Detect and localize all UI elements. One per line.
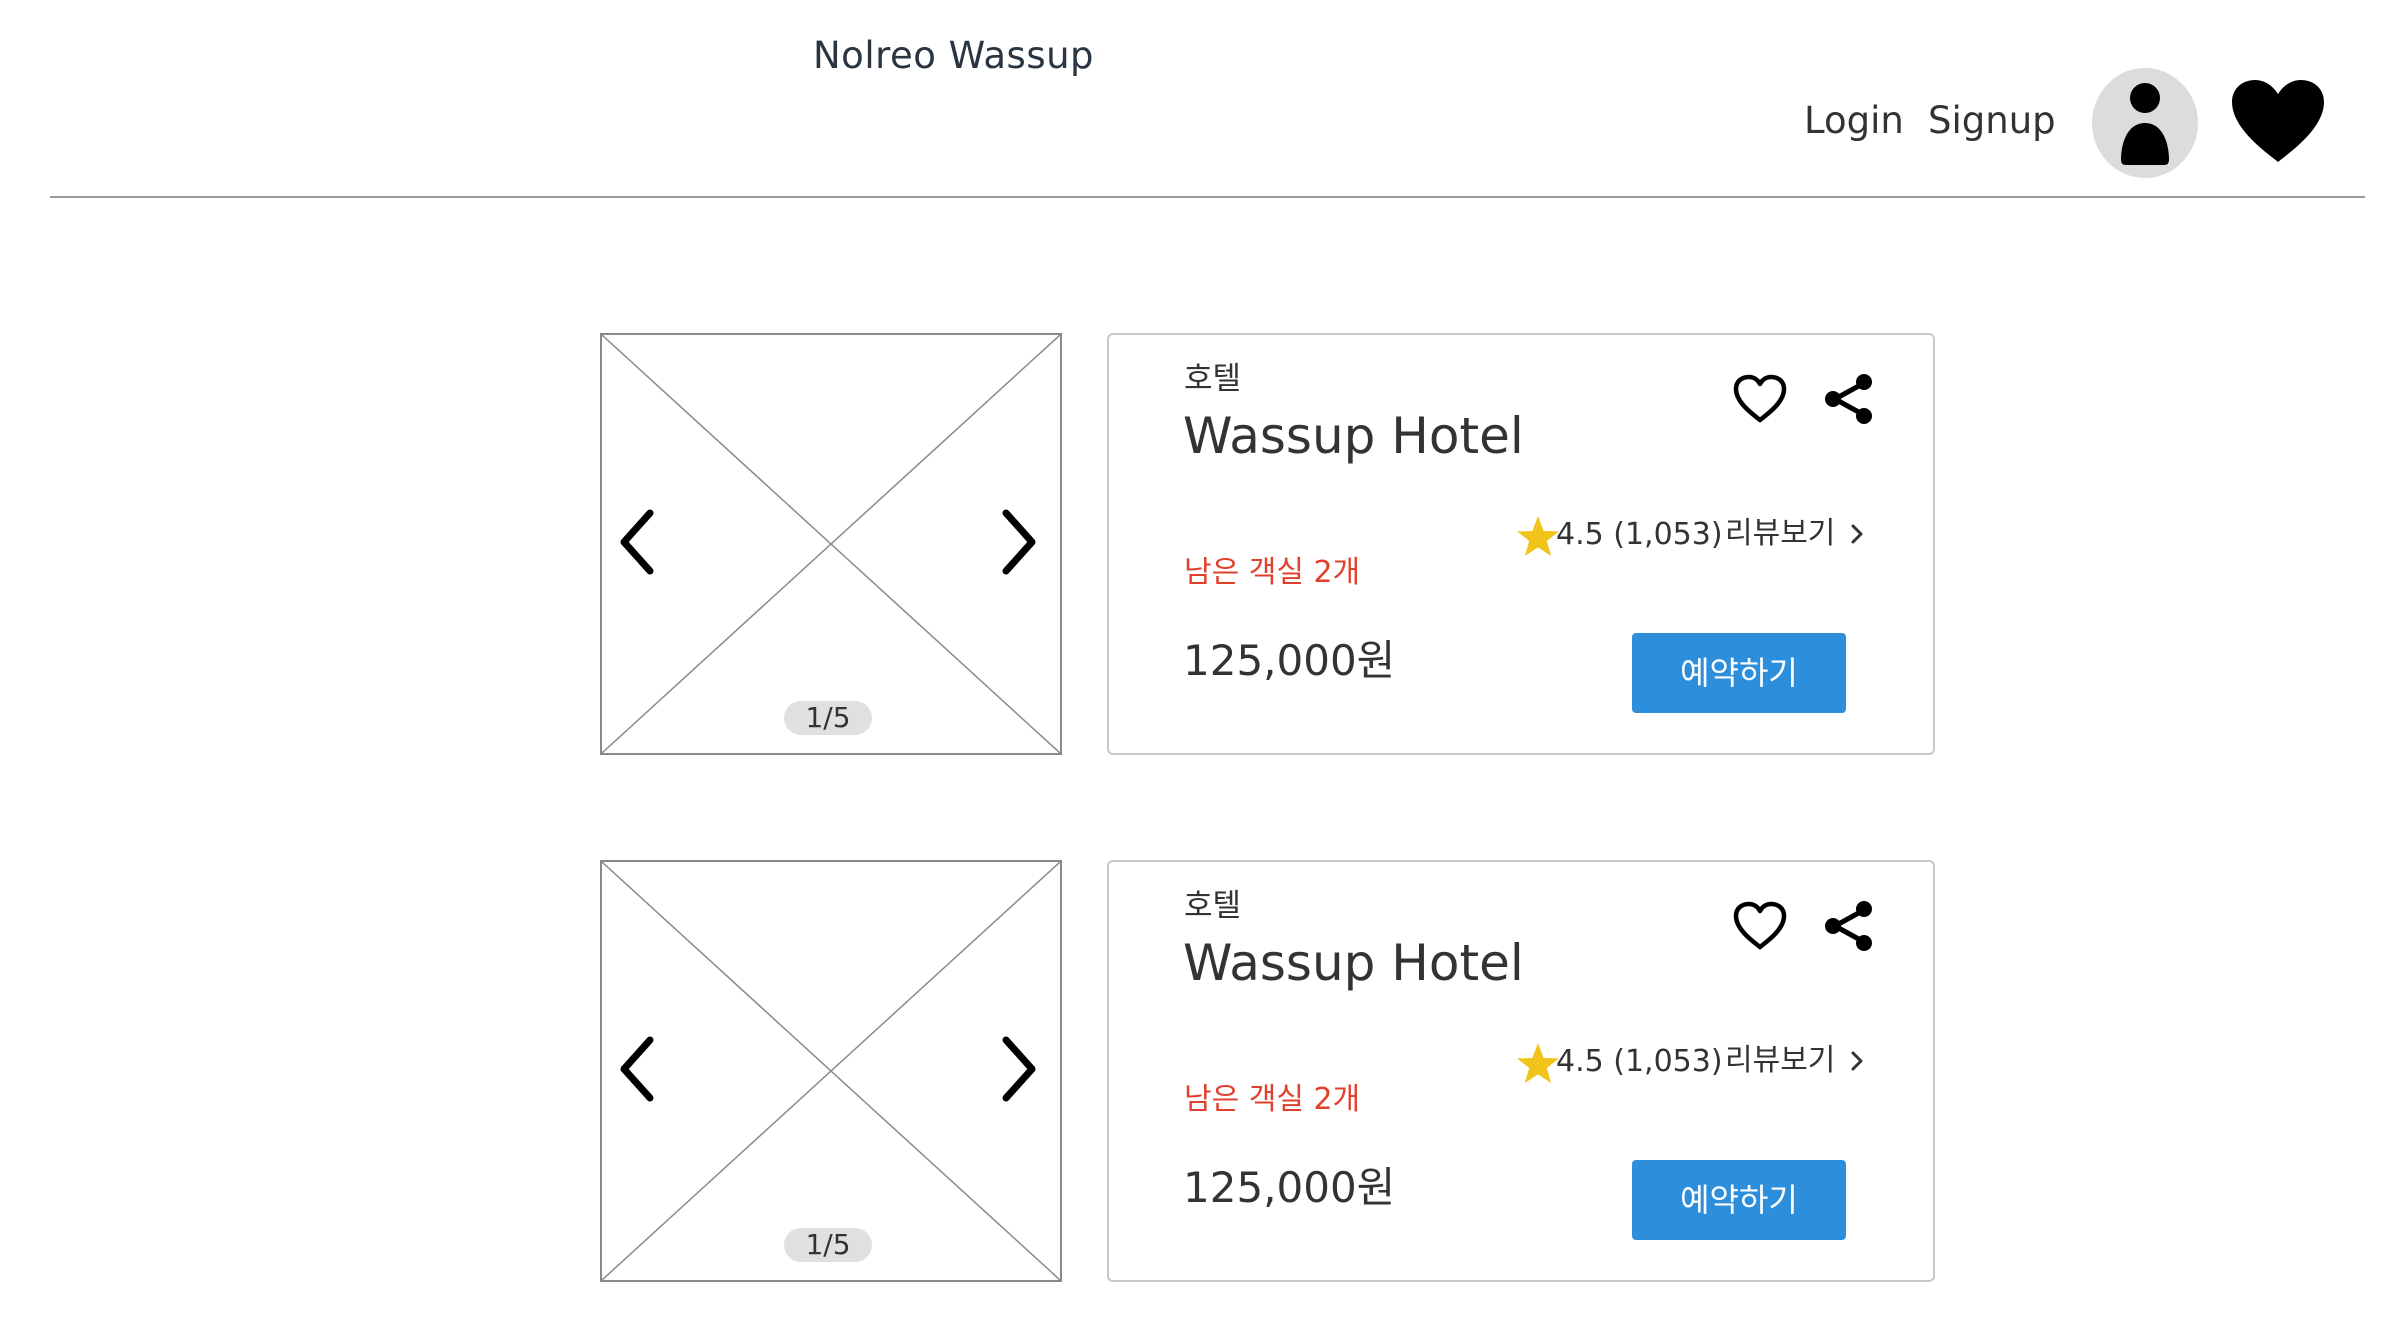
- book-button[interactable]: 예약하기: [1632, 1160, 1846, 1240]
- user-avatar-icon[interactable]: [2092, 68, 2198, 178]
- rating-score: 4.5 (1,053): [1556, 1044, 1723, 1079]
- view-reviews-link[interactable]: 리뷰보기: [1725, 1040, 1865, 1082]
- view-reviews-link[interactable]: 리뷰보기: [1725, 513, 1865, 555]
- heart-filled-icon[interactable]: [2230, 78, 2326, 164]
- photo-carousel[interactable]: 1/5: [600, 333, 1062, 755]
- image-placeholder: [602, 862, 1060, 1280]
- chevron-right-small-icon: [1851, 1051, 1863, 1071]
- hotel-category: 호텔: [1184, 361, 1242, 397]
- room-price: 125,000원: [1183, 1163, 1396, 1212]
- share-icon[interactable]: [1821, 371, 1877, 427]
- rooms-left-notice: 남은 객실 2개: [1184, 555, 1361, 590]
- signup-link[interactable]: Signup: [1928, 98, 2056, 144]
- listing-item: 1/5 호텔 Wassup Hotel 4.5 (1,053) 리뷰보기 남은 …: [0, 333, 2400, 755]
- listing-item: 1/5 호텔 Wassup Hotel 4.5 (1,053) 리뷰보기 남은 …: [0, 860, 2400, 1282]
- hotel-info-card: 호텔 Wassup Hotel 4.5 (1,053) 리뷰보기 남은 객실 2…: [1107, 333, 1935, 755]
- rating-score: 4.5 (1,053): [1556, 517, 1723, 552]
- chevron-left-icon[interactable]: [616, 1034, 660, 1104]
- photo-carousel[interactable]: 1/5: [600, 860, 1062, 1282]
- hotel-category: 호텔: [1184, 888, 1242, 924]
- view-reviews-label: 리뷰보기: [1725, 516, 1836, 551]
- room-price: 125,000원: [1183, 636, 1396, 685]
- share-icon[interactable]: [1821, 898, 1877, 954]
- login-link[interactable]: Login: [1804, 98, 1904, 144]
- image-placeholder: [602, 335, 1060, 753]
- hotel-info-card: 호텔 Wassup Hotel 4.5 (1,053) 리뷰보기 남은 객실 2…: [1107, 860, 1935, 1282]
- image-counter: 1/5: [784, 1228, 872, 1262]
- view-reviews-label: 리뷰보기: [1725, 1043, 1836, 1078]
- heart-outline-icon[interactable]: [1732, 900, 1788, 952]
- hotel-name[interactable]: Wassup Hotel: [1183, 930, 1524, 996]
- heart-outline-icon[interactable]: [1732, 373, 1788, 425]
- chevron-right-icon[interactable]: [996, 507, 1040, 577]
- chevron-left-icon[interactable]: [616, 507, 660, 577]
- book-button[interactable]: 예약하기: [1632, 633, 1846, 713]
- rooms-left-notice: 남은 객실 2개: [1184, 1082, 1361, 1117]
- site-title[interactable]: Nolreo Wassup: [813, 34, 1094, 78]
- star-icon: [1516, 1042, 1560, 1084]
- hotel-name[interactable]: Wassup Hotel: [1183, 403, 1524, 469]
- chevron-right-small-icon: [1851, 524, 1863, 544]
- chevron-right-icon[interactable]: [996, 1034, 1040, 1104]
- star-icon: [1516, 515, 1560, 557]
- header-divider: [50, 196, 2365, 198]
- image-counter: 1/5: [784, 701, 872, 735]
